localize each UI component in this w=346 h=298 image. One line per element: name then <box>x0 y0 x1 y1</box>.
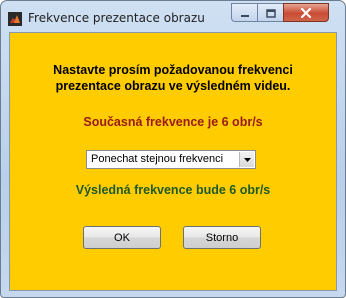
cancel-button[interactable]: Storno <box>183 226 261 249</box>
title-bar[interactable]: Frekvence prezentace obrazu <box>1 1 345 33</box>
chevron-down-icon[interactable] <box>239 152 254 167</box>
instruction-line-1: Nastavte prosím požadovanou frekvenci <box>53 63 293 77</box>
instruction-text: Nastavte prosím požadovanou frekvenci pr… <box>10 62 336 94</box>
maximize-icon <box>265 3 276 22</box>
close-button[interactable] <box>283 3 329 22</box>
dialog-content: Nastavte prosím požadovanou frekvenci pr… <box>9 32 337 291</box>
rate-select[interactable]: Ponechat stejnou frekvenci <box>86 150 256 169</box>
ok-button[interactable]: OK <box>83 226 161 249</box>
matlab-icon <box>8 11 22 26</box>
window-title: Frekvence prezentace obrazu <box>28 11 205 25</box>
minimize-icon <box>240 3 250 22</box>
dialog-window: Frekvence prezentace obrazu Nastavte pro… <box>0 0 346 298</box>
rate-select-value: Ponechat stejnou frekvenci <box>91 153 224 165</box>
minimize-button[interactable] <box>231 3 257 22</box>
instruction-line-2: prezentace obrazu ve výsledném videu. <box>55 79 291 93</box>
maximize-button[interactable] <box>257 3 283 22</box>
result-rate-label: Výsledná frekvence bude 6 obr/s <box>75 183 271 197</box>
current-rate-label: Současná frekvence je 6 obr/s <box>83 115 263 129</box>
close-icon <box>300 3 312 22</box>
